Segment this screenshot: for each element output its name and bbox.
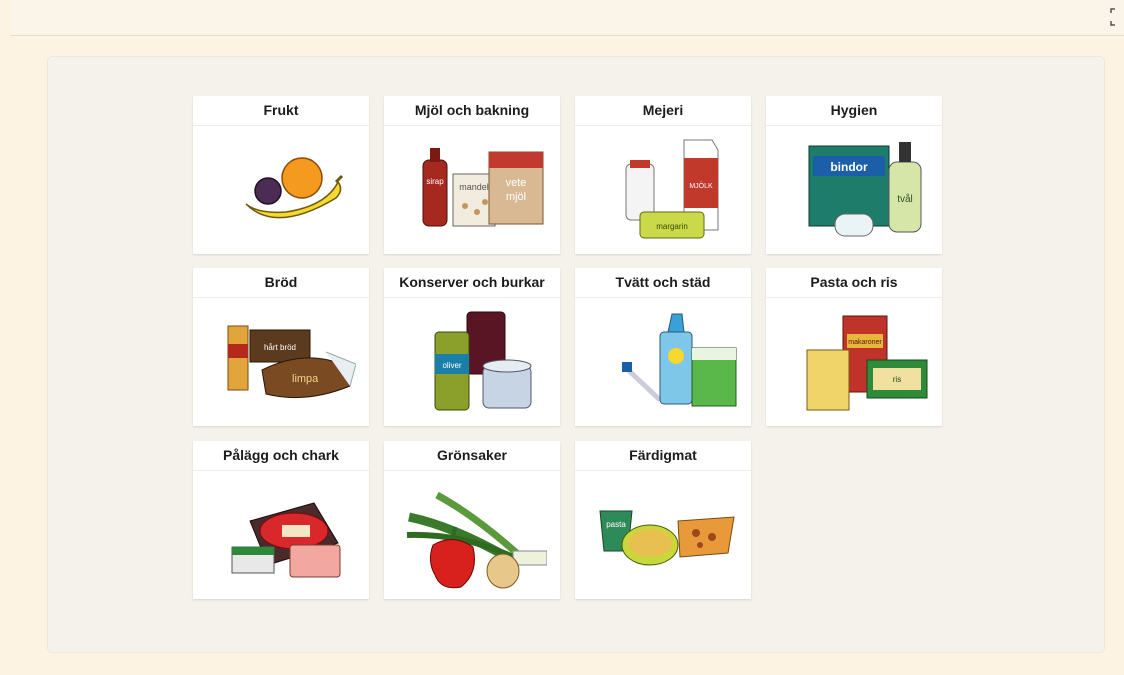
product-label: margarin	[656, 222, 688, 231]
category-card-hygien[interactable]: Hygien bindor tvål	[766, 96, 942, 254]
product-label: sirap	[426, 177, 444, 186]
category-title: Hygien	[766, 96, 942, 126]
category-title: Färdigmat	[575, 441, 751, 471]
vegetables-icon	[406, 491, 547, 589]
product-label: hårt bröd	[264, 343, 296, 352]
product-label: tvål	[897, 193, 913, 205]
product-label: ris	[893, 375, 901, 384]
deli-icon	[231, 502, 341, 578]
product-label: limpa	[292, 373, 319, 385]
category-card-pasta-och-ris[interactable]: Pasta och ris makaroner ris	[766, 268, 942, 426]
dairy-icon: MJÖLK margarin	[625, 139, 719, 239]
category-card-konserver-och-burkar[interactable]: Konserver och burkar oliver	[384, 268, 560, 426]
category-card-mejeri[interactable]: Mejeri MJÖLK margarin	[575, 96, 751, 254]
cleaning-icon	[622, 313, 737, 407]
category-card-brod[interactable]: Bröd hårt bröd limpa	[193, 268, 369, 426]
ready-meal-icon: pasta	[599, 510, 735, 566]
product-label: makaroner	[848, 339, 882, 346]
fruit-icon	[245, 157, 344, 219]
product-label: oliver	[442, 361, 461, 370]
category-title: Pasta och ris	[766, 268, 942, 298]
top-bar	[10, 0, 1124, 36]
bread-icon: hårt bröd limpa	[227, 325, 356, 399]
category-card-gronsaker[interactable]: Grönsaker	[384, 441, 560, 599]
cans-icon: oliver	[434, 311, 532, 411]
category-title: Bröd	[193, 268, 369, 298]
category-title: Grönsaker	[384, 441, 560, 471]
product-label: mjöl	[506, 191, 526, 203]
category-title: Tvätt och städ	[575, 268, 751, 298]
category-title: Frukt	[193, 96, 369, 126]
baking-icon: sirap mandel vete mjöl	[422, 148, 544, 227]
hygiene-icon: bindor tvål	[808, 142, 922, 237]
product-label: MJÖLK	[689, 182, 713, 190]
category-title: Mejeri	[575, 96, 751, 126]
category-card-mjol-och-bakning[interactable]: Mjöl och bakning sirap mandel vete mjöl	[384, 96, 560, 254]
category-title: Mjöl och bakning	[384, 96, 560, 126]
category-card-fardigmat[interactable]: Färdigmat pasta	[575, 441, 751, 599]
category-title: Konserver och burkar	[384, 268, 560, 298]
fullscreen-icon[interactable]	[1110, 8, 1122, 26]
product-label: vete	[506, 177, 527, 189]
category-title: Pålägg och chark	[193, 441, 369, 471]
product-label: mandel	[459, 182, 489, 192]
category-card-tvatt-och-stad[interactable]: Tvätt och städ	[575, 268, 751, 426]
category-panel: Frukt Mjöl och bakning sirap mandel vete	[48, 57, 1104, 652]
category-card-palagg-och-chark[interactable]: Pålägg och chark	[193, 441, 369, 599]
product-label: pasta	[606, 520, 626, 529]
product-label: bindor	[830, 160, 868, 174]
pasta-icon: makaroner ris	[806, 315, 928, 411]
category-card-frukt[interactable]: Frukt	[193, 96, 369, 254]
